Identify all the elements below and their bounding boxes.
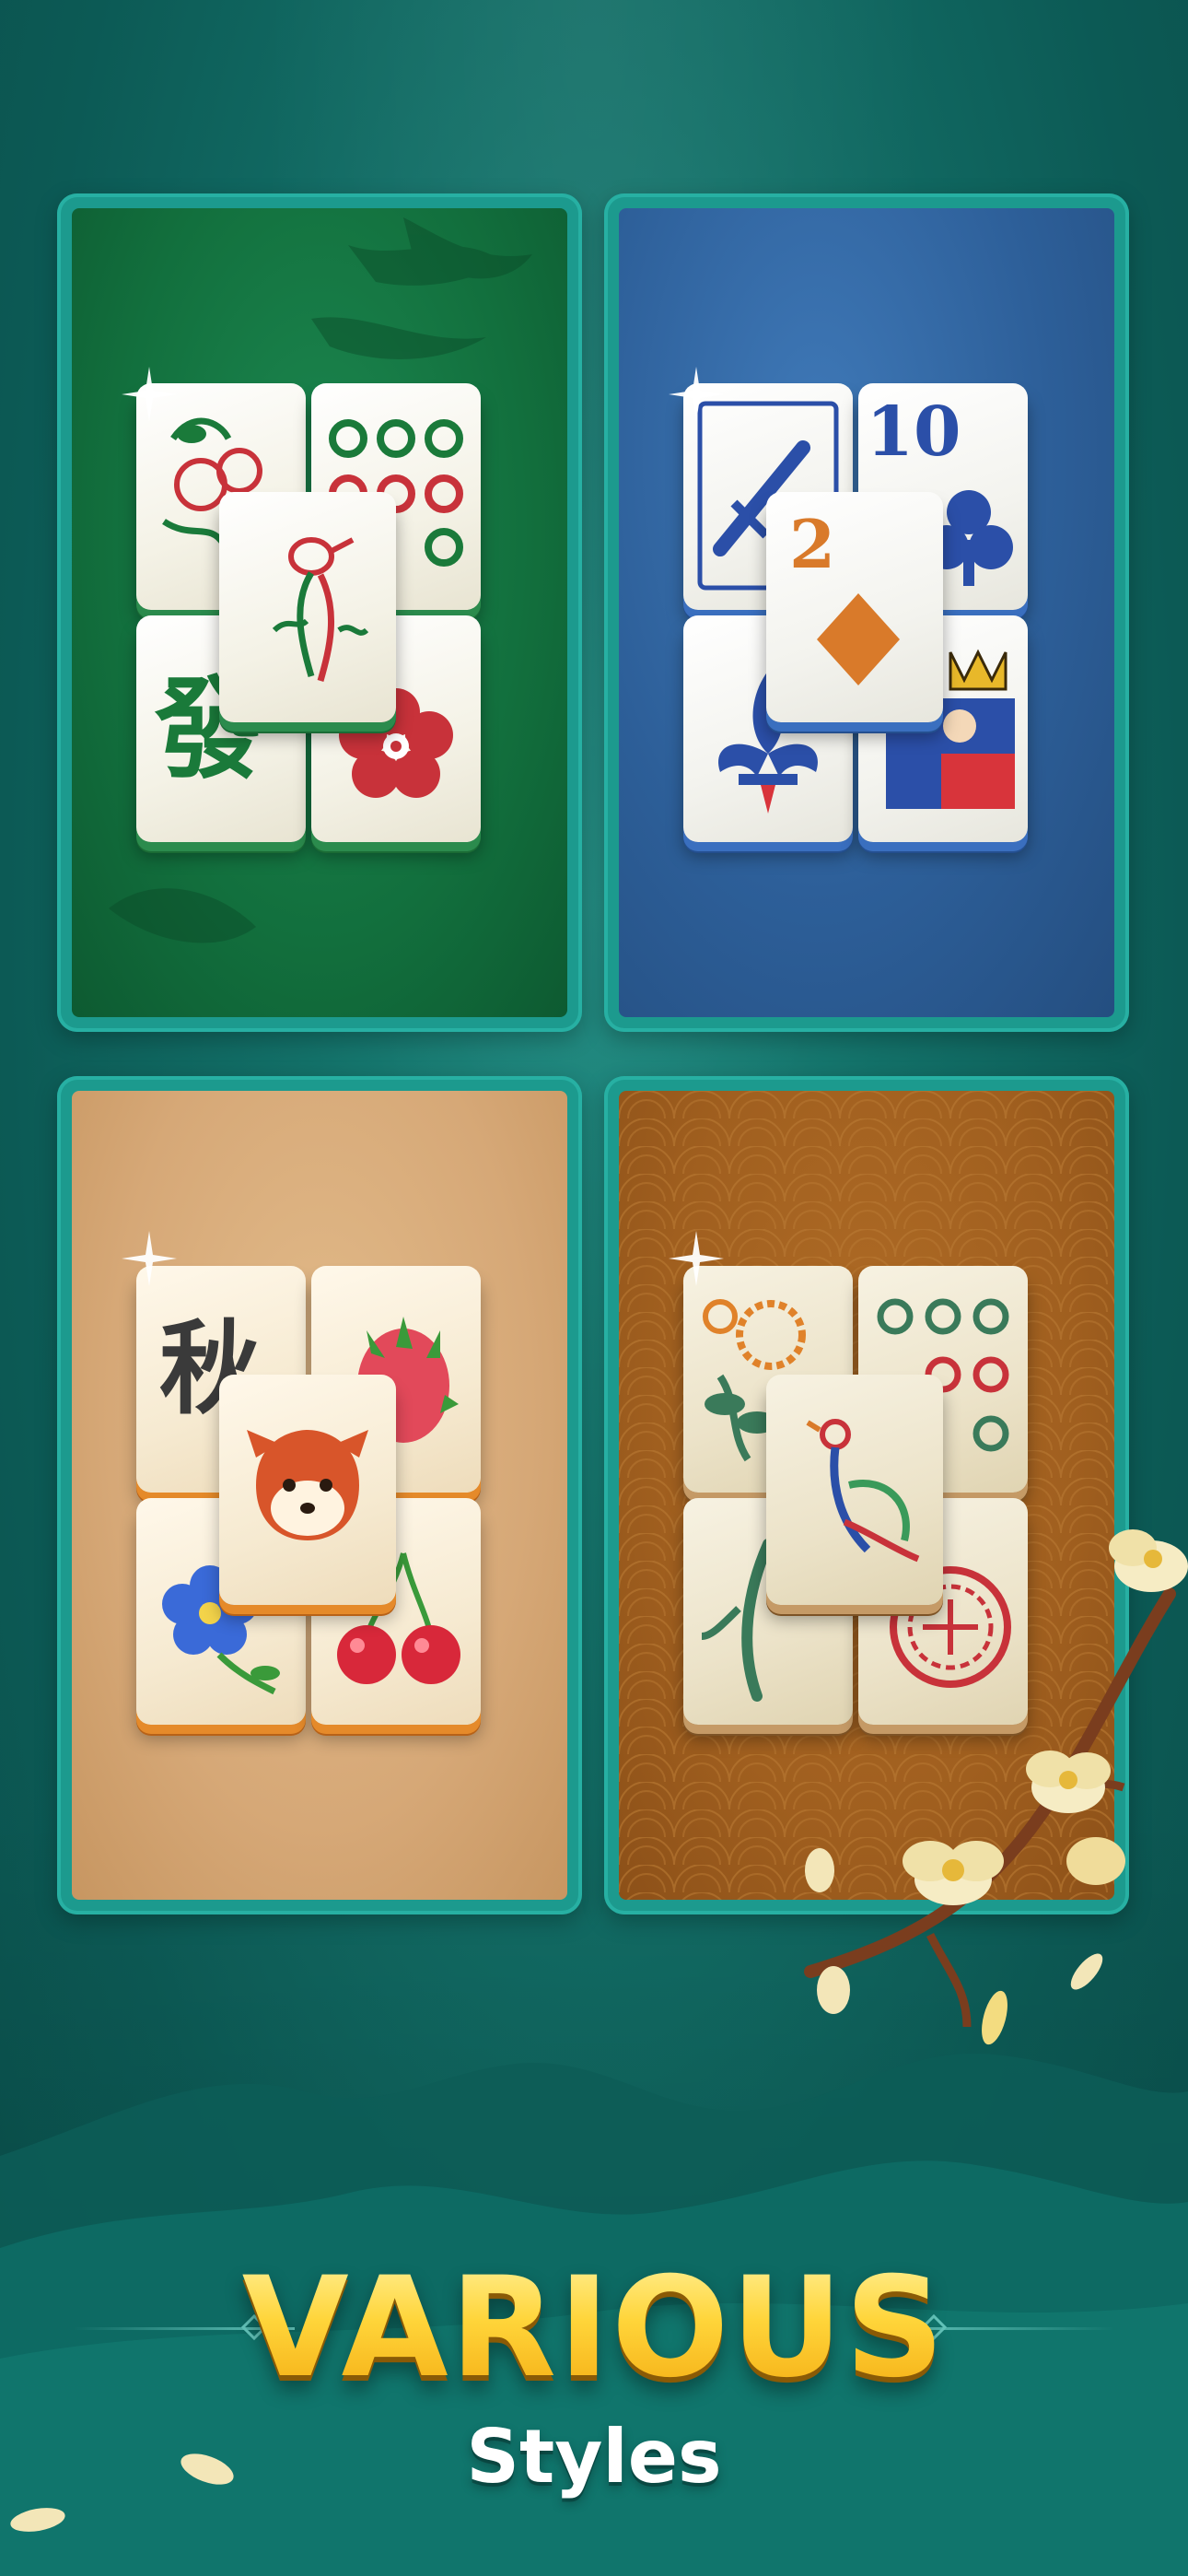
tile-peacock[interactable] [766, 1375, 943, 1605]
tile-stack-green: 發 [136, 383, 495, 862]
style-card-beige-inner: 秋 [72, 1091, 567, 1900]
diamond-2-icon: 2 [789, 505, 900, 685]
sparkle-icon [122, 1231, 177, 1286]
sparkle-icon [669, 367, 724, 422]
red-panda-icon [247, 1430, 368, 1540]
tile-stack-beige: 秋 [136, 1266, 495, 1745]
headline: VARIOUS Styles [0, 2248, 1188, 2524]
bird-icon [272, 537, 369, 682]
card-two-label: 2 [789, 505, 835, 583]
style-card-blue[interactable]: 10 2 [604, 193, 1129, 1032]
magnolia-flower [903, 1841, 1004, 1905]
tile-red-panda[interactable] [219, 1375, 396, 1605]
headline-title: VARIOUS [0, 2248, 1188, 2408]
style-card-beige[interactable]: 秋 [57, 1076, 582, 1914]
style-card-blue-inner: 10 2 [619, 208, 1114, 1017]
tile-stack-blue: 10 2 [683, 383, 1042, 862]
magnolia-branch-decoration [804, 1529, 1188, 2045]
style-card-green[interactable]: 發 [57, 193, 582, 1032]
magnolia-flower [1026, 1751, 1111, 1813]
sparkle-icon [669, 1231, 724, 1286]
tile-diamond-2[interactable]: 2 [766, 492, 943, 722]
peacock-icon [806, 1419, 920, 1563]
style-card-green-inner: 發 [72, 208, 567, 1017]
headline-subtitle: Styles [466, 2414, 722, 2500]
tile-bird[interactable] [219, 492, 396, 722]
sparkle-icon [122, 367, 177, 422]
card-ten-label: 10 [867, 392, 961, 472]
magnolia-flower [1109, 1529, 1188, 1592]
